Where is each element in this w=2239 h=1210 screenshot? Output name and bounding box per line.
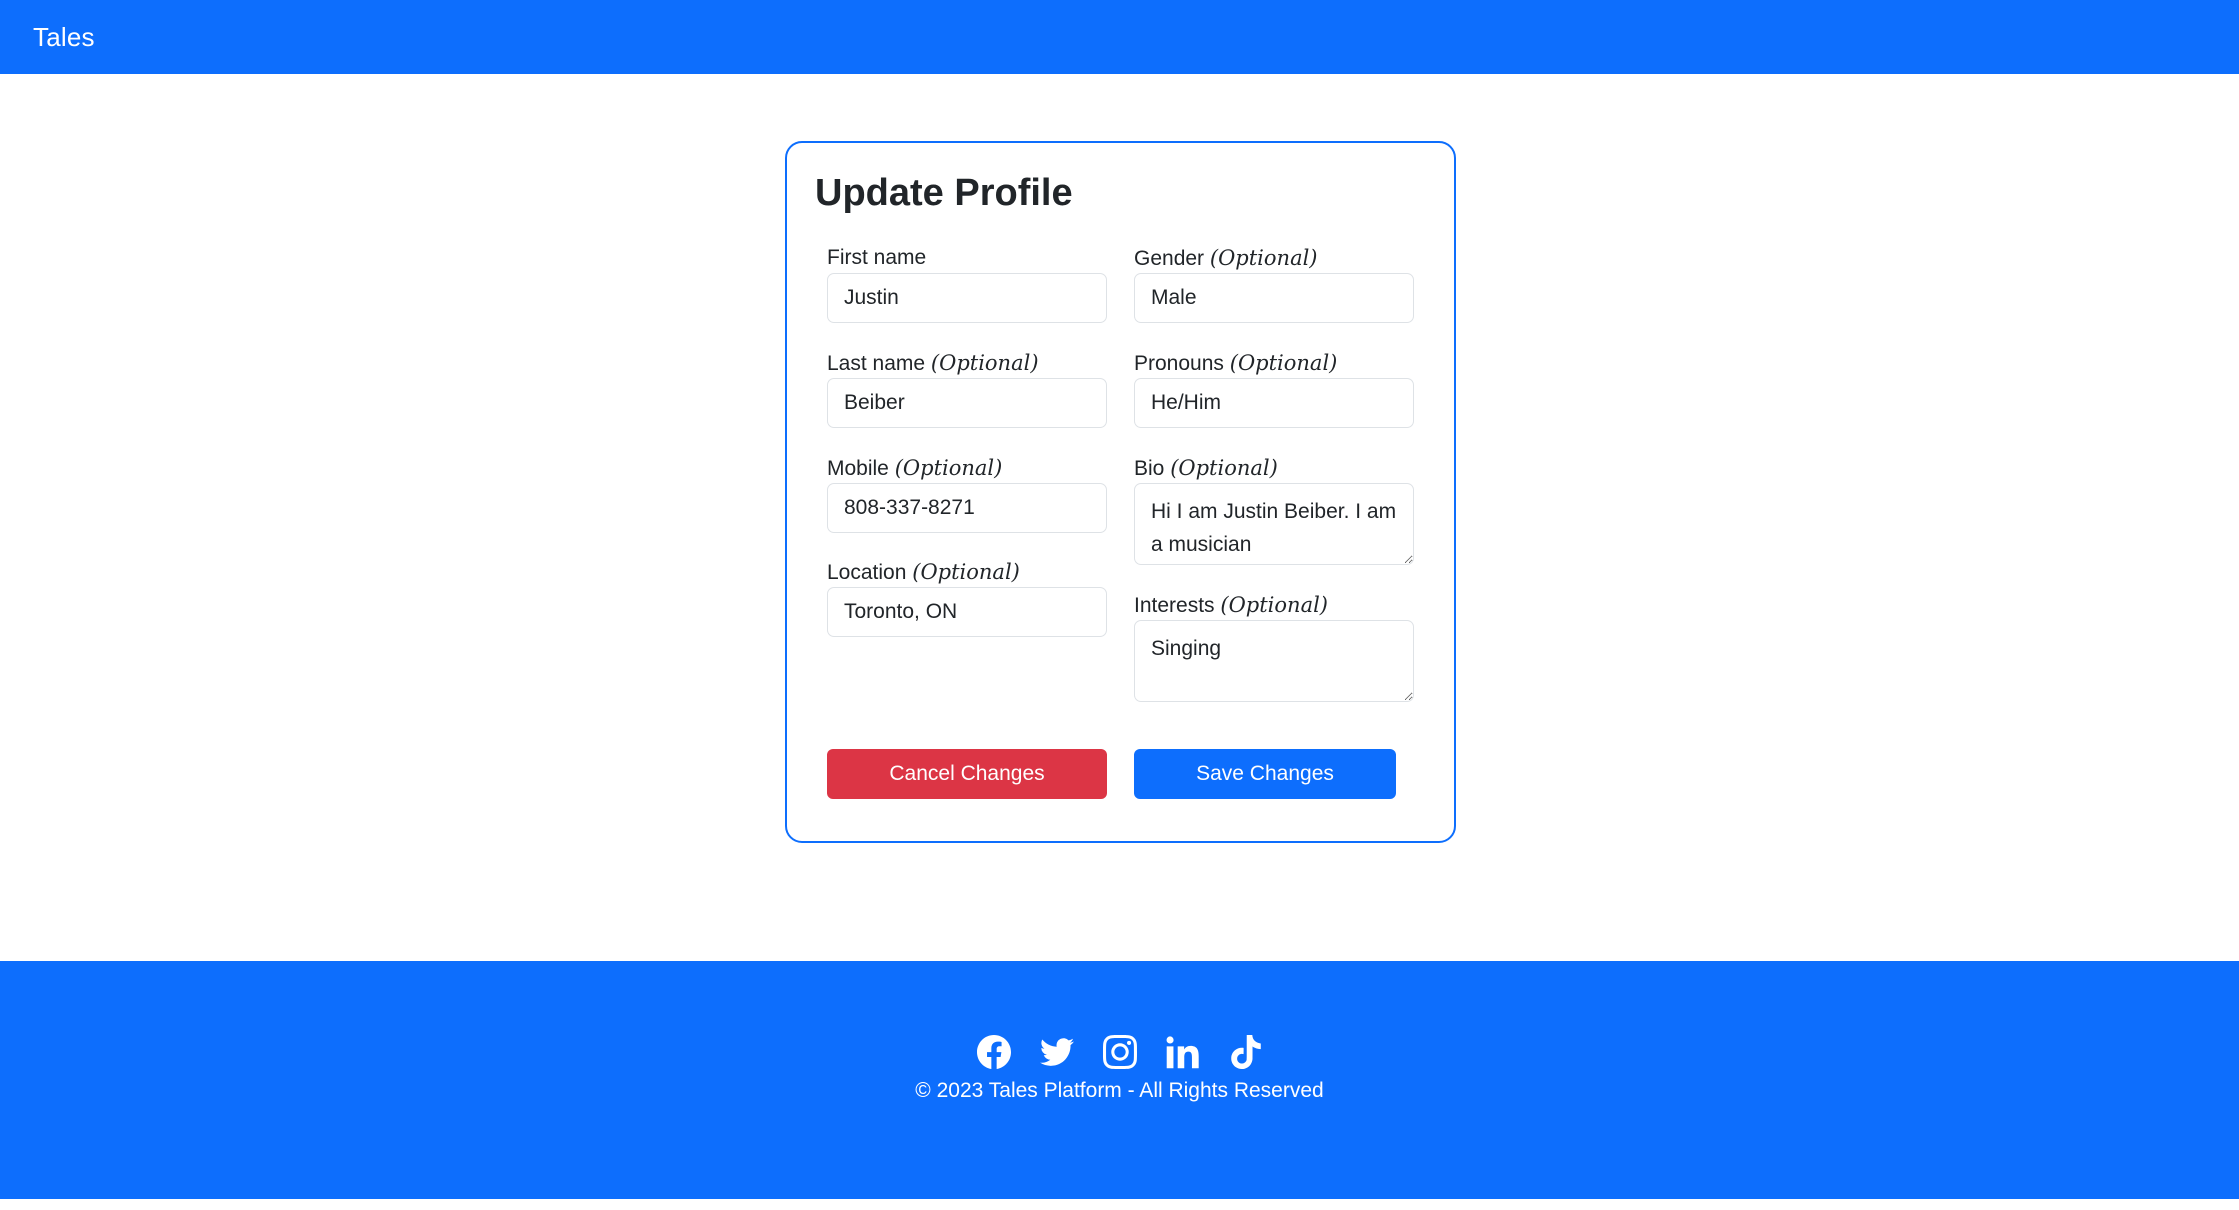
brand-link[interactable]: Tales	[33, 22, 95, 53]
optional-marker: (Optional)	[1170, 456, 1278, 480]
cancel-button[interactable]: Cancel Changes	[827, 749, 1107, 799]
location-field[interactable]	[827, 587, 1107, 637]
pronouns-group: Pronouns (Optional)	[1134, 348, 1414, 428]
bio-group: Bio (Optional) Hi I am Justin Beiber. I …	[1134, 453, 1414, 565]
mobile-field[interactable]	[827, 483, 1107, 533]
optional-marker: (Optional)	[1229, 351, 1338, 375]
optional-marker: (Optional)	[1220, 593, 1328, 617]
social-links	[0, 1035, 2239, 1069]
location-label: Location (Optional)	[827, 560, 1020, 584]
linkedin-icon[interactable]	[1166, 1035, 1200, 1069]
bio-label: Bio (Optional)	[1134, 456, 1278, 480]
pronouns-field[interactable]	[1134, 378, 1414, 428]
pronouns-label: Pronouns (Optional)	[1134, 351, 1338, 375]
location-group: Location (Optional)	[827, 557, 1107, 637]
last-name-field[interactable]	[827, 378, 1107, 428]
facebook-icon[interactable]	[976, 1035, 1011, 1069]
update-profile-card: Update Profile First name Last name (Opt…	[785, 141, 1456, 843]
copyright-text: © 2023 Tales Platform - All Rights Reser…	[915, 1079, 1324, 1102]
gender-field[interactable]	[1134, 273, 1414, 323]
first-name-group: First name	[827, 243, 1107, 323]
first-name-label: First name	[827, 246, 927, 269]
tiktok-icon[interactable]	[1229, 1035, 1263, 1069]
page-footer: © 2023 Tales Platform - All Rights Reser…	[0, 961, 2239, 1199]
optional-marker: (Optional)	[912, 560, 1020, 584]
gender-group: Gender (Optional)	[1134, 243, 1414, 323]
first-name-field[interactable]	[827, 273, 1107, 323]
optional-marker: (Optional)	[1209, 246, 1318, 270]
top-navbar: Tales	[0, 0, 2239, 74]
mobile-group: Mobile (Optional)	[827, 453, 1107, 533]
interests-label: Interests (Optional)	[1134, 593, 1328, 617]
interests-textarea[interactable]: Singing	[1134, 620, 1414, 702]
twitter-icon[interactable]	[1039, 1035, 1074, 1069]
mobile-label: Mobile (Optional)	[827, 456, 1003, 480]
optional-marker: (Optional)	[894, 456, 1003, 480]
save-button[interactable]: Save Changes	[1134, 749, 1396, 799]
optional-marker: (Optional)	[930, 351, 1039, 375]
last-name-group: Last name (Optional)	[827, 348, 1107, 428]
bio-textarea[interactable]: Hi I am Justin Beiber. I am a musician	[1134, 483, 1414, 565]
instagram-icon[interactable]	[1102, 1035, 1137, 1069]
gender-label: Gender (Optional)	[1134, 246, 1318, 270]
page-title: Update Profile	[815, 172, 1073, 214]
last-name-label: Last name (Optional)	[827, 351, 1039, 375]
interests-group: Interests (Optional) Singing	[1134, 590, 1414, 702]
